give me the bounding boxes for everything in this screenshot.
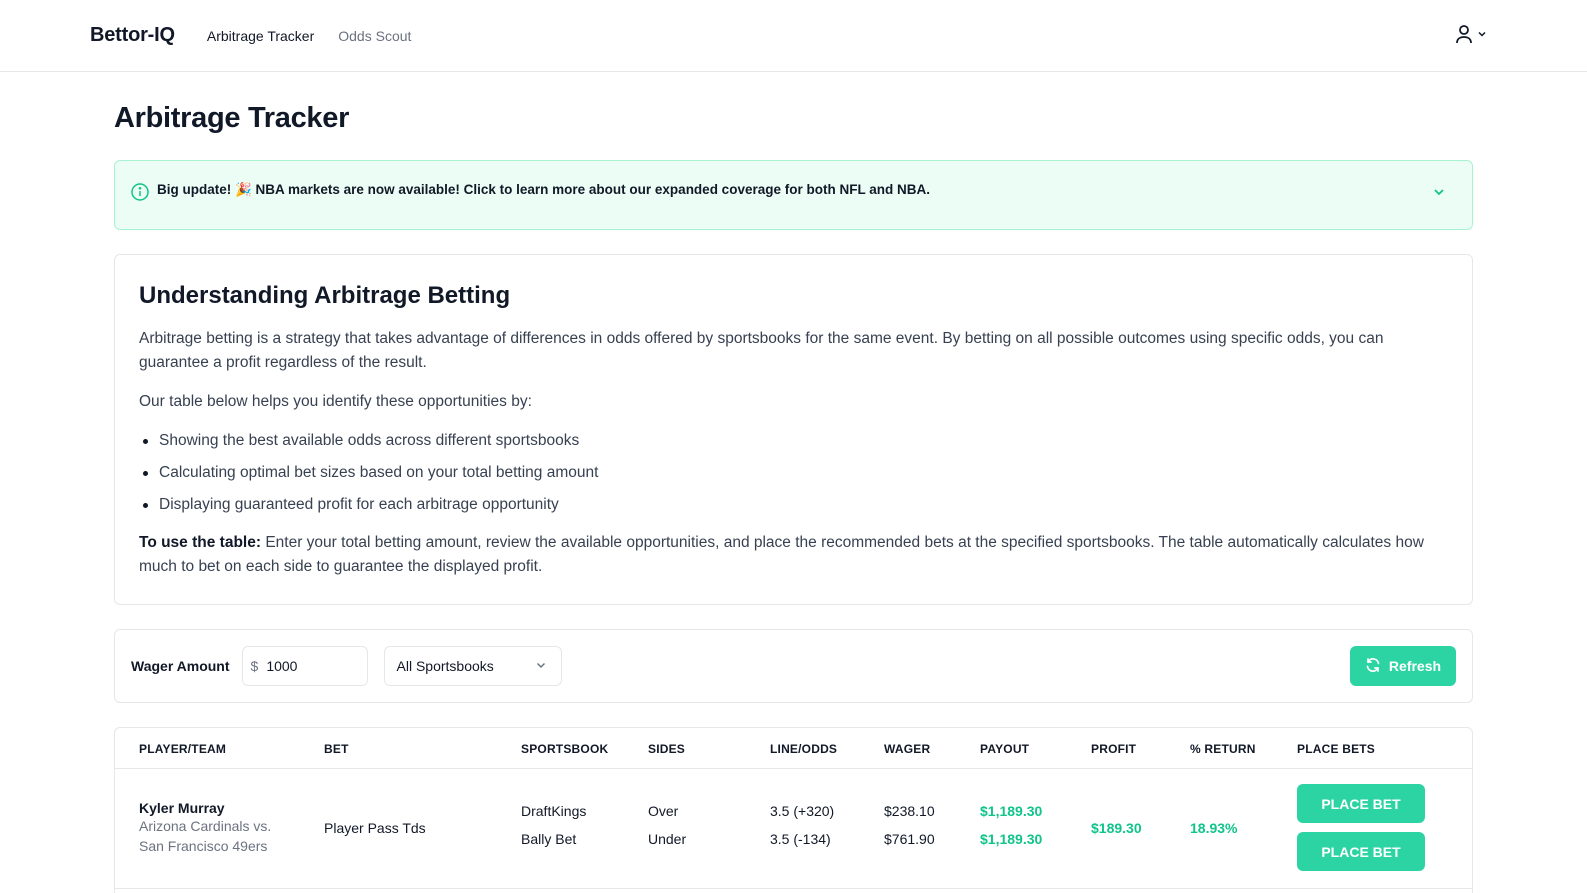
user-icon — [1455, 24, 1473, 44]
column-header-sportsbook: SPORTSBOOK — [521, 742, 609, 756]
return-percent: 18.93% — [1190, 820, 1238, 836]
refresh-icon — [1365, 657, 1381, 676]
column-header-sides: SIDES — [648, 742, 686, 756]
info-paragraph-helps: Our table below helps you identify these… — [139, 393, 532, 410]
wager-value: $238.10 — [884, 803, 935, 819]
arbitrage-table: PLAYER/TEAM BET SPORTSBOOK SIDES LINE/OD… — [114, 727, 1473, 893]
column-header-player-team: PLAYER/TEAM — [139, 742, 227, 756]
refresh-label: Refresh — [1388, 658, 1442, 674]
brand-logo[interactable]: Bettor-IQ — [90, 24, 175, 47]
column-header-line-odds: LINE/ODDS — [770, 742, 838, 756]
payout-value: $1,189.30 — [980, 831, 1043, 847]
wager-value: $761.90 — [884, 831, 935, 847]
player-name: Kyler Murray — [139, 800, 225, 816]
column-header-place-bets: PLACE BETS — [1297, 742, 1376, 756]
refresh-button[interactable]: Refresh — [1350, 646, 1456, 686]
line-odds: 3.5 (+320) — [770, 803, 835, 819]
chevron-down-icon — [535, 658, 547, 674]
place-bet-button[interactable]: PLACE BET — [1297, 784, 1425, 823]
sportsbook-name: Bally Bet — [521, 831, 577, 847]
place-bet-button[interactable]: PLACE BET — [1297, 832, 1425, 871]
page-title: Arbitrage Tracker — [114, 102, 350, 134]
column-header-return: % RETURN — [1190, 742, 1256, 756]
update-banner[interactable]: Big update! 🎉 NBA markets are now availa… — [114, 160, 1473, 230]
list-item: Showing the best available odds across d… — [139, 429, 1448, 453]
nav-link-arbitrage-tracker[interactable]: Arbitrage Tracker — [207, 28, 314, 44]
usage-text: Enter your total betting amount, review … — [139, 534, 1424, 575]
bet-side: Over — [648, 803, 679, 819]
sportsbook-select-value: All Sportsbooks — [396, 658, 494, 674]
matchup-line: Arizona Cardinals vs. — [139, 818, 272, 834]
user-menu-button[interactable] — [1455, 24, 1487, 44]
profit-value: $189.30 — [1091, 820, 1142, 836]
bet-side: Under — [648, 831, 687, 847]
chevron-down-icon[interactable] — [1432, 185, 1446, 204]
info-card-title: Understanding Arbitrage Betting — [139, 282, 511, 309]
info-icon — [131, 183, 149, 206]
info-bullet-list: Showing the best available odds across d… — [139, 429, 1448, 517]
usage-label: To use the table: — [139, 534, 262, 551]
wager-amount-input[interactable] — [266, 658, 347, 674]
chevron-down-icon — [1477, 29, 1487, 39]
info-paragraph-usage: To use the table: Enter your total betti… — [139, 531, 1448, 579]
column-header-profit: PROFIT — [1091, 742, 1137, 756]
table-row: Kyler Murray Arizona Cardinals vs. San F… — [115, 769, 1472, 889]
list-item: Displaying guaranteed profit for each ar… — [139, 493, 1448, 517]
wager-amount-field[interactable]: $ — [241, 646, 368, 686]
player-team-cell: Kyler Murray Arizona Cardinals vs. San F… — [139, 800, 271, 856]
sportsbook-select[interactable]: All Sportsbooks — [383, 646, 562, 686]
line-odds: 3.5 (-134) — [770, 831, 831, 847]
column-header-payout: PAYOUT — [980, 742, 1030, 756]
column-header-bet: BET — [324, 742, 349, 756]
currency-symbol: $ — [250, 658, 259, 674]
info-paragraph-intro: Arbitrage betting is a strategy that tak… — [139, 330, 1384, 371]
main-content: Arbitrage Tracker Big update! 🎉 NBA mark… — [0, 100, 1587, 893]
bet-type: Player Pass Tds — [324, 820, 426, 836]
sportsbook-name: DraftKings — [521, 803, 587, 819]
table-header: PLAYER/TEAM BET SPORTSBOOK SIDES LINE/OD… — [115, 728, 1472, 769]
payout-value: $1,189.30 — [980, 803, 1043, 819]
column-header-wager: WAGER — [884, 742, 931, 756]
arbitrage-info-card: Understanding Arbitrage Betting Arbitrag… — [114, 254, 1473, 605]
matchup-line: San Francisco 49ers — [139, 838, 268, 854]
banner-text: Big update! 🎉 NBA markets are now availa… — [157, 182, 930, 197]
wager-amount-label: Wager Amount — [131, 658, 230, 674]
nav-link-odds-scout[interactable]: Odds Scout — [338, 28, 411, 44]
controls-bar: Wager Amount $ All Sportsbooks — [114, 629, 1473, 703]
list-item: Calculating optimal bet sizes based on y… — [139, 461, 1448, 485]
top-navbar: Bettor-IQ Arbitrage Tracker Odds Scout — [0, 0, 1587, 72]
